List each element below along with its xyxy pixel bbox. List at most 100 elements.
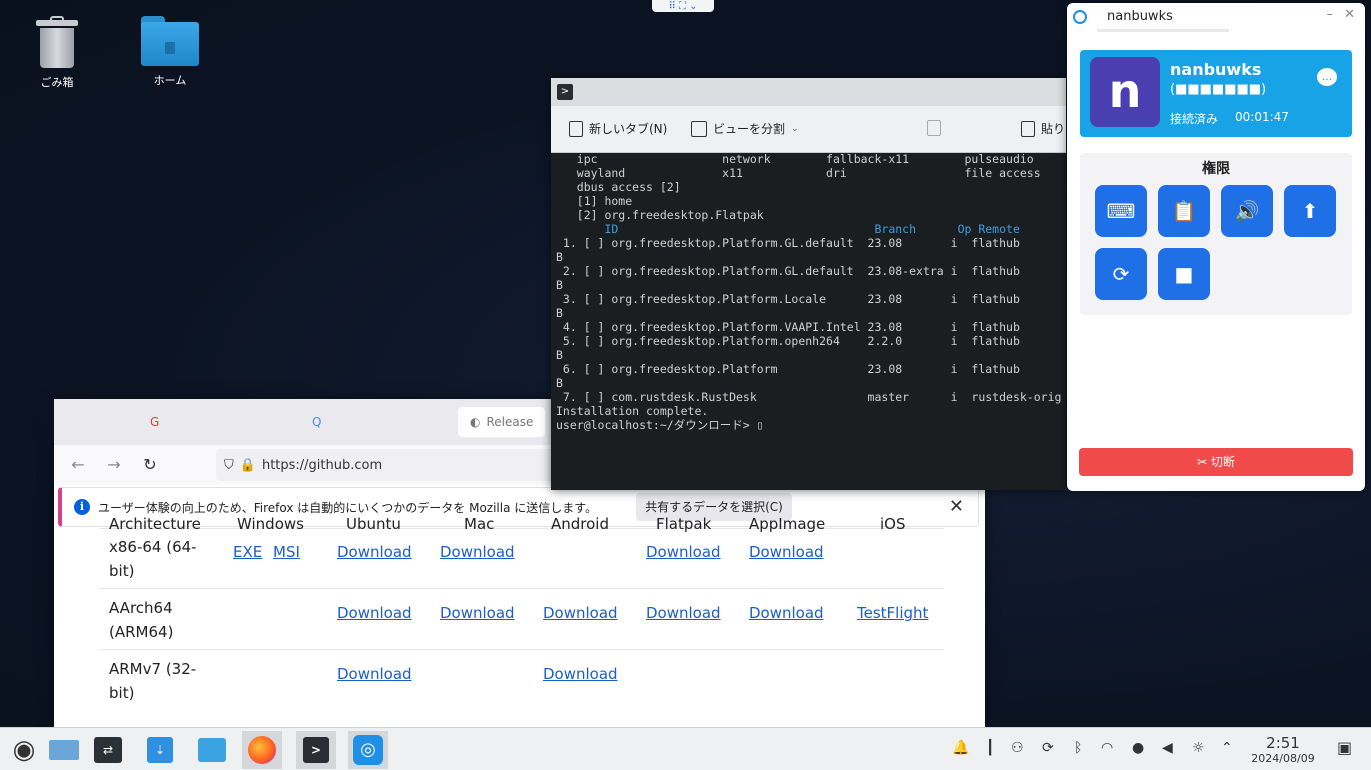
store-icon: ⇣ [147, 737, 173, 763]
update-icon[interactable]: ⟳ [1042, 740, 1054, 756]
reload-button[interactable]: ↻ [138, 453, 162, 477]
permissions-title: 権限 [1202, 161, 1230, 177]
url-text: https://github.com [261, 457, 383, 473]
konsole-toolbar: 新しいタブ(N) ビューを分割 ⌄ 貼り [551, 106, 1066, 153]
download-link[interactable]: Download [337, 604, 412, 622]
download-link[interactable]: Download [646, 543, 721, 561]
terminal-line: user@localhost:~/ダウンロード> ▯ [556, 418, 764, 432]
share-icon[interactable]: ⚇ [1011, 740, 1024, 756]
download-link[interactable]: Download [440, 604, 515, 622]
recording-permission-button[interactable]: ■ [1158, 248, 1210, 300]
close-button[interactable]: ✕ [1344, 7, 1355, 22]
download-link[interactable]: Download [337, 543, 412, 561]
wifi-icon[interactable]: ◠ [1101, 740, 1113, 756]
konsole-taskbar-button[interactable]: > [296, 731, 336, 769]
terminal-line: 1. [ ] org.freedesktop.Platform.GL.defau… [556, 236, 1020, 250]
testflight-link[interactable]: TestFlight [857, 604, 928, 622]
file-upload-icon: ⬆ [1301, 199, 1319, 223]
terminal-line: ipc network fallback-x11 pulseaudio [556, 152, 1034, 166]
firefox-taskbar-button[interactable] [242, 731, 282, 769]
new-tab-button[interactable]: 新しいタブ(N) [569, 120, 667, 137]
split-view-button[interactable]: ビューを分割 ⌄ [691, 120, 799, 137]
download-link[interactable]: MSI [273, 543, 300, 561]
terminal-line: B [556, 376, 563, 390]
forward-button[interactable]: → [102, 453, 126, 477]
clock-time: 2:51 [1266, 734, 1300, 752]
show-desktop-icon[interactable]: ▣ [1337, 738, 1352, 757]
table-row: x86-64 (64-bit) EXE MSI Download Downloa… [99, 527, 944, 589]
terminal-line: 3. [ ] org.freedesktop.Platform.Locale 2… [556, 292, 1020, 306]
copy-button[interactable] [927, 120, 941, 136]
bluetooth-icon[interactable]: ᛒ [1074, 740, 1082, 756]
arch-label: AArch64 (ARM64) [109, 599, 174, 641]
tab-google[interactable]: G [150, 407, 159, 437]
download-link[interactable]: EXE [233, 543, 262, 561]
table-row: AArch64 (ARM64) Download Download Downlo… [99, 588, 944, 650]
paste-button[interactable]: 貼り [1021, 120, 1065, 137]
tab-search[interactable]: Q [312, 407, 321, 437]
chat-icon[interactable]: … [1317, 68, 1337, 86]
terminal-icon: > [303, 737, 329, 763]
chevron-down-icon: ⌄ [791, 123, 799, 134]
desktop-icon-label: ホーム [153, 74, 187, 87]
avatar: n [1090, 57, 1160, 127]
file-permission-button[interactable]: ⬆ [1284, 185, 1336, 237]
tab-release[interactable]: ◐ Release [458, 407, 546, 437]
chevron-up-icon[interactable]: ⌃ [1221, 740, 1233, 756]
split-view-label: ビューを分割 [713, 122, 786, 136]
back-button[interactable]: ← [66, 453, 90, 477]
peer-name: nanbuwks [1170, 60, 1262, 79]
audio-permission-button[interactable]: 🔊 [1221, 185, 1273, 237]
brightness-icon[interactable]: ☼ [1192, 740, 1205, 756]
volume-icon[interactable]: ◀ [1162, 740, 1173, 756]
terminal-line: wayland x11 dri file access [556, 166, 1041, 180]
rustdesk-taskbar-button[interactable]: ◎ [348, 731, 388, 769]
clock-date: 2024/08/09 [1251, 752, 1315, 765]
shield-icon[interactable]: ⛉ [224, 458, 234, 473]
connection-timer: 00:01:47 [1235, 110, 1289, 124]
download-link[interactable]: Download [749, 604, 824, 622]
new-tab-icon [569, 120, 583, 137]
app-launcher-button[interactable]: ◉ [4, 731, 44, 769]
clipboard-permission-button[interactable]: 📋 [1158, 185, 1210, 237]
download-link[interactable]: Download [337, 665, 412, 683]
minimize-button[interactable]: – [1327, 7, 1334, 22]
split-view-icon [691, 120, 707, 137]
paste-label: 貼り [1041, 122, 1066, 136]
desktop-icon-trash[interactable]: ごみ箱 [17, 16, 97, 90]
discover-button[interactable]: ⇣ [140, 731, 180, 769]
url-bar[interactable]: ⛉ 🔒 https://github.com [216, 449, 556, 481]
keyboard-permission-button[interactable]: ⌨ [1095, 185, 1147, 237]
paste-icon [1021, 120, 1035, 137]
restart-permission-button[interactable]: ⟳ [1095, 248, 1147, 300]
konsole-window: > 新しいタブ(N) ビューを分割 ⌄ 貼り ipc network fallb… [551, 78, 1066, 490]
download-link[interactable]: Download [749, 543, 824, 561]
desktop-icon-home[interactable]: ホーム [130, 16, 210, 88]
terminal-line: 6. [ ] org.freedesktop.Platform 23.08 i … [556, 362, 1020, 376]
info-icon: i [74, 499, 90, 515]
desktop-pager-button[interactable] [44, 731, 84, 769]
download-link[interactable]: Download [543, 665, 618, 683]
arch-label: x86-64 (64-bit) [109, 538, 197, 580]
rustdesk-titlebar[interactable]: nanbuwks – ✕ [1067, 3, 1365, 33]
microphone-icon[interactable]: ● [1132, 740, 1144, 756]
terminal-output[interactable]: ipc network fallback-x11 pulseaudio wayl… [551, 152, 1066, 490]
lock-icon[interactable]: 🔒 [240, 458, 256, 473]
close-icon[interactable]: ✕ [949, 496, 964, 517]
download-link[interactable]: Download [646, 604, 721, 622]
download-link[interactable]: Download [543, 604, 618, 622]
connection-tab[interactable]: nanbuwks [1107, 9, 1173, 24]
disconnect-button[interactable]: ✂ 切断 [1079, 448, 1353, 476]
rustdesk-icon: ◎ [353, 735, 383, 765]
rustdesk-toolbar-widget[interactable]: ⠿ ⛶ ⌄ [652, 0, 714, 12]
clock[interactable]: 2:51 2024/08/09 [1248, 734, 1318, 765]
konsole-titlebar[interactable]: > [551, 78, 1066, 106]
keyboard-icon: ⌨ [1106, 199, 1136, 223]
download-link[interactable]: Download [440, 543, 515, 561]
vertical-bar-icon[interactable]: ┃ [986, 740, 994, 756]
notification-bell-icon[interactable]: 🔔 [952, 740, 969, 756]
system-settings-button[interactable]: ⇄ [88, 731, 128, 769]
dolphin-button[interactable] [192, 731, 232, 769]
connection-status: 接続済み [1170, 112, 1219, 126]
camera-icon: ■ [1174, 262, 1194, 286]
